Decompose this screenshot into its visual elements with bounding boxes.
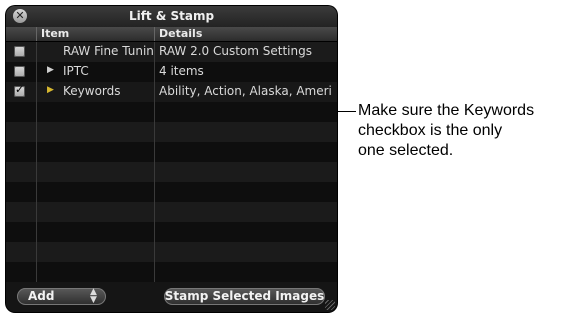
- column-separator: [36, 42, 37, 282]
- callout-line: one selected.: [358, 142, 454, 159]
- row-checkbox[interactable]: [14, 46, 25, 57]
- updown-arrows-icon: ▲ ▼: [90, 287, 97, 305]
- empty-row: [6, 262, 337, 282]
- empty-row: [6, 182, 337, 202]
- callout-line: Make sure the Keywords: [358, 102, 535, 119]
- disclosure-triangle-icon[interactable]: ▶: [47, 65, 54, 75]
- lift-stamp-hud: ✕ Lift & Stamp Item Details RAW Fine Tun…: [6, 6, 337, 312]
- add-label: Add: [28, 289, 55, 303]
- window-title: Lift & Stamp: [128, 9, 215, 23]
- column-header: Item Details: [6, 27, 337, 42]
- column-header-item[interactable]: Item: [41, 27, 69, 40]
- callout-text: Make sure the Keywords checkbox is the o…: [358, 101, 563, 161]
- callout-line: checkbox is the only: [358, 122, 503, 139]
- column-divider: [36, 27, 37, 41]
- item-list: RAW Fine Tunin RAW 2.0 Custom Settings ▶…: [6, 42, 337, 282]
- list-item[interactable]: ▶ IPTC 4 items: [6, 62, 337, 82]
- empty-row: [6, 222, 337, 242]
- callout-leader-line: [337, 111, 356, 112]
- item-name: Keywords: [63, 84, 121, 98]
- row-checkbox[interactable]: [14, 66, 25, 77]
- item-details: RAW 2.0 Custom Settings: [159, 44, 312, 58]
- footer-bar: Add ▲ ▼ Stamp Selected Images: [6, 282, 337, 312]
- empty-row: [6, 202, 337, 222]
- empty-row: [6, 102, 337, 122]
- title-bar[interactable]: ✕ Lift & Stamp: [6, 6, 337, 27]
- column-separator: [154, 42, 155, 282]
- resize-grip-icon[interactable]: [325, 300, 335, 310]
- item-details: 4 items: [159, 64, 204, 78]
- empty-row: [6, 142, 337, 162]
- list-item[interactable]: RAW Fine Tunin RAW 2.0 Custom Settings: [6, 42, 337, 62]
- item-details: Ability, Action, Alaska, Ameri: [159, 84, 332, 98]
- column-header-details[interactable]: Details: [159, 27, 202, 40]
- disclosure-triangle-icon[interactable]: ▶: [47, 85, 54, 95]
- empty-row: [6, 162, 337, 182]
- empty-row: [6, 242, 337, 262]
- item-name: RAW Fine Tunin: [63, 44, 154, 58]
- empty-row: [6, 122, 337, 142]
- stamp-selected-images-button[interactable]: Stamp Selected Images: [164, 288, 325, 305]
- add-popup-button[interactable]: Add ▲ ▼: [17, 288, 106, 305]
- list-item[interactable]: ▶ Keywords Ability, Action, Alaska, Amer…: [6, 82, 337, 102]
- item-name: IPTC: [63, 64, 89, 78]
- column-divider[interactable]: [154, 27, 155, 41]
- row-checkbox[interactable]: [14, 83, 25, 97]
